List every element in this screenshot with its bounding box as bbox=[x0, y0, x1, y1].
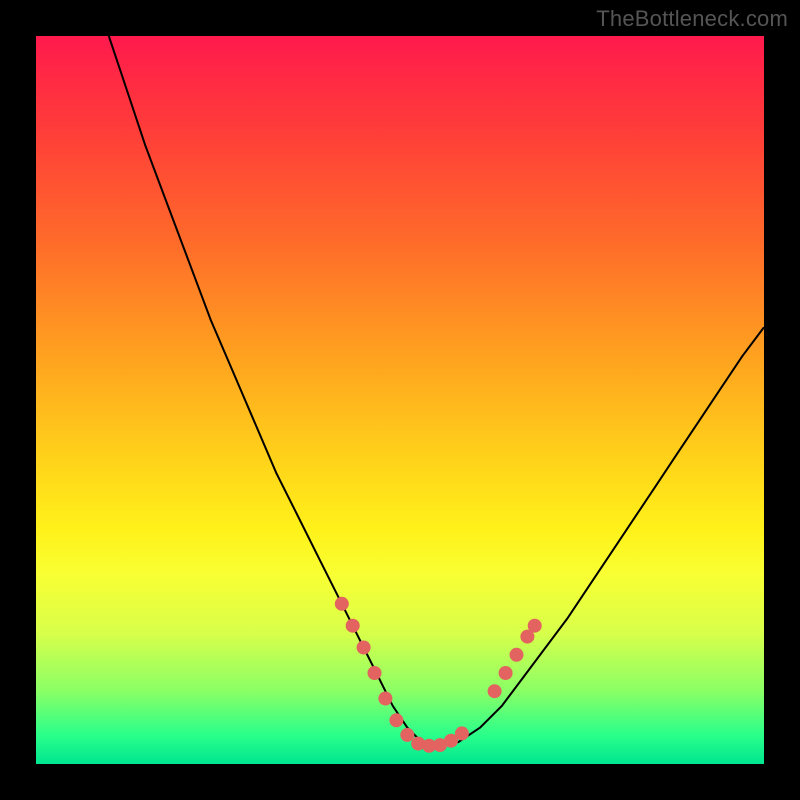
highlight-point bbox=[346, 619, 360, 633]
highlight-point bbox=[455, 726, 469, 740]
highlight-point bbox=[389, 713, 403, 727]
highlight-point bbox=[510, 648, 524, 662]
bottleneck-curve bbox=[109, 36, 764, 746]
chart-area bbox=[36, 36, 764, 764]
highlight-point bbox=[528, 619, 542, 633]
chart-svg bbox=[36, 36, 764, 764]
highlight-point bbox=[400, 728, 414, 742]
highlight-point bbox=[368, 666, 382, 680]
highlight-point bbox=[499, 666, 513, 680]
highlight-point bbox=[488, 684, 502, 698]
marker-group bbox=[335, 597, 542, 753]
highlight-point bbox=[335, 597, 349, 611]
highlight-point bbox=[357, 641, 371, 655]
watermark-text: TheBottleneck.com bbox=[596, 6, 788, 32]
highlight-point bbox=[378, 692, 392, 706]
